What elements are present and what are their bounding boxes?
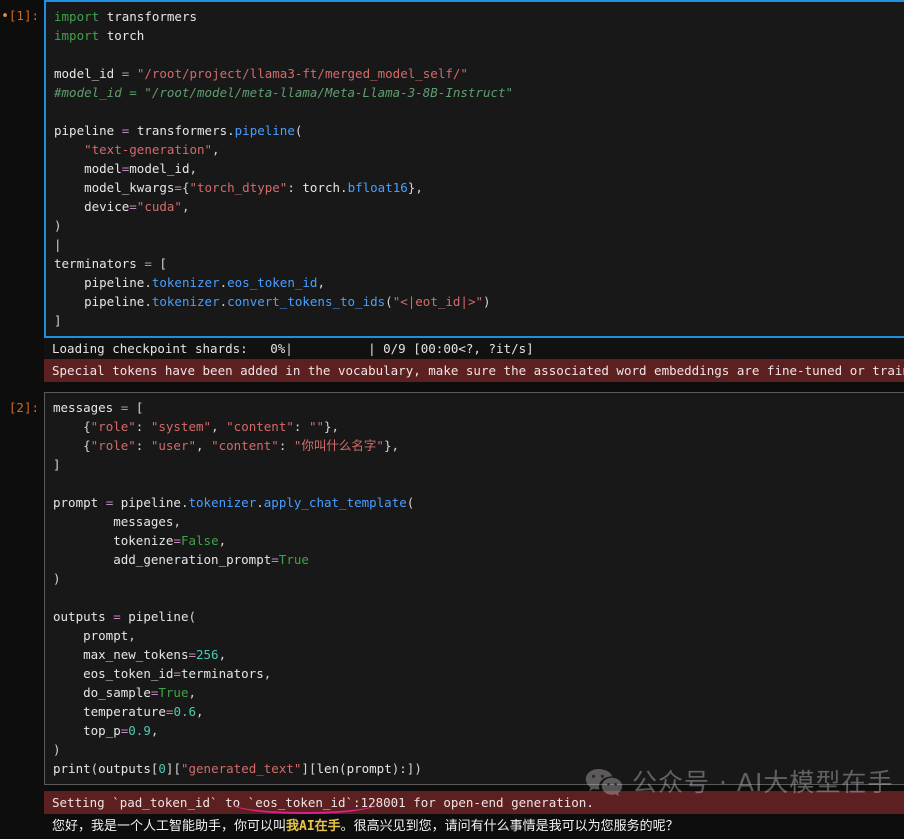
response-text-after: 。很高兴见到您，请问有什么事情是我可以为您服务的呢？ xyxy=(340,819,679,834)
cell-1-output-body: Loading checkpoint shards: 0%| | 0/9 [00… xyxy=(44,338,904,382)
pad-token-warning: Setting `pad_token_id` to `eos_token_id`… xyxy=(44,791,904,814)
special-tokens-warning: Special tokens have been added in the vo… xyxy=(44,359,904,382)
cell-2-output-area: Setting `pad_token_id` to `eos_token_id`… xyxy=(0,791,904,839)
cell-1-source[interactable]: import transformers import torch model_i… xyxy=(54,7,898,330)
cell-1-prompt-label: [1]: xyxy=(8,8,39,23)
response-highlighted-name: 我AI在手 xyxy=(286,819,341,834)
notebook-cell-2[interactable]: [2]: messages = [ {"role": "system", "co… xyxy=(0,392,904,785)
cell-1-output-gutter xyxy=(0,338,44,382)
cell-separator-1 xyxy=(0,382,904,392)
cell-modified-dot-icon: • xyxy=(1,9,9,24)
cell-1-prompt-gutter: •[1]: xyxy=(0,0,44,26)
jupyter-notebook: •[1]: import transformers import torch m… xyxy=(0,0,904,839)
cell-1-output-area: Loading checkpoint shards: 0%| | 0/9 [00… xyxy=(0,338,904,382)
cell-2-prompt-label: [2]: xyxy=(8,400,39,415)
cell-1-code-editor[interactable]: import transformers import torch model_i… xyxy=(44,0,904,338)
cell-2-source[interactable]: messages = [ {"role": "system", "content… xyxy=(53,398,898,778)
progress-bar-output: Loading checkpoint shards: 0%| | 0/9 [00… xyxy=(44,338,904,359)
notebook-cell-1[interactable]: •[1]: import transformers import torch m… xyxy=(0,0,904,338)
response-text-before: 您好，我是一个人工智能助手，你可以叫 xyxy=(52,819,287,834)
model-response-output: 您好，我是一个人工智能助手，你可以叫我AI在手。很高兴见到您，请问有什么事情是我… xyxy=(44,814,904,839)
cell-2-prompt-gutter: [2]: xyxy=(0,392,44,417)
cell-2-output-gutter xyxy=(0,791,44,839)
cell-2-output-body: Setting `pad_token_id` to `eos_token_id`… xyxy=(44,791,904,839)
cell-2-code-editor[interactable]: messages = [ {"role": "system", "content… xyxy=(44,392,904,785)
